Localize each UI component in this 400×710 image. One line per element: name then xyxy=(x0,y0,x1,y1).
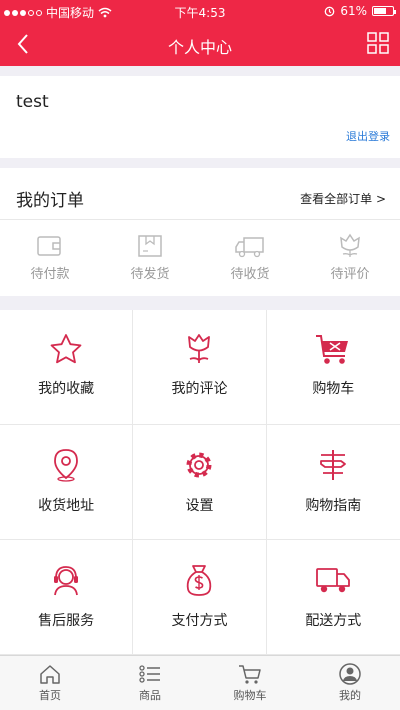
menu-item-label: 配送方式 xyxy=(305,613,362,629)
menu-item-cart[interactable]: 购物车 xyxy=(266,310,400,425)
username: test xyxy=(16,92,49,112)
orders-section: 我的订单 查看全部订单 > 待付款 待发货 待收货 待评价 xyxy=(0,168,400,296)
tab-label: 购物车 xyxy=(233,689,267,702)
menu-item-label: 设置 xyxy=(185,498,214,514)
gear-icon xyxy=(186,452,212,478)
view-all-orders-link[interactable]: 查看全部订单 > xyxy=(300,190,386,207)
logout-link[interactable]: 退出登录 xyxy=(346,128,390,144)
alarm-icon xyxy=(324,6,335,16)
order-status-label: 待发货 xyxy=(130,267,170,282)
tab-label: 商品 xyxy=(139,689,161,702)
location-icon xyxy=(54,449,79,482)
tulip-icon xyxy=(188,334,211,363)
order-status-bar: 待付款 待发货 待收货 待评价 xyxy=(0,221,400,296)
orders-title: 我的订单 xyxy=(16,191,84,211)
battery-icon xyxy=(372,6,396,16)
moneybag-icon xyxy=(187,565,212,596)
cart-icon xyxy=(239,665,261,684)
menu-item-after-sales[interactable]: 售后服务 xyxy=(0,540,134,655)
tab-home[interactable]: 首页 xyxy=(0,656,100,710)
order-status-label: 待收货 xyxy=(230,267,270,282)
guide-icon xyxy=(320,450,347,480)
package-icon xyxy=(138,235,162,257)
user-profile-card: test 退出登录 xyxy=(0,76,400,158)
tab-label: 首页 xyxy=(39,689,61,702)
order-status-pending-payment[interactable]: 待付款 xyxy=(0,221,100,296)
menu-item-settings[interactable]: 设置 xyxy=(133,425,267,540)
battery-info: 61% xyxy=(324,4,396,18)
truck-icon xyxy=(235,237,264,258)
menu-item-address[interactable]: 收货地址 xyxy=(0,425,134,540)
flower-icon xyxy=(340,233,360,257)
page-title: 个人中心 xyxy=(167,38,232,57)
order-status-label: 待付款 xyxy=(30,267,70,282)
feature-menu-grid: 我的收藏 我的评论 购物车 收货地址 设置 购物指南 售后服务 支付方式 配送方… xyxy=(0,310,400,655)
menu-item-delivery[interactable]: 配送方式 xyxy=(266,540,400,655)
menu-item-label: 购物指南 xyxy=(305,498,362,514)
nav-bar: 个人中心 xyxy=(0,22,400,66)
tab-products[interactable]: 商品 xyxy=(100,656,200,710)
menu-item-favorites[interactable]: 我的收藏 xyxy=(0,310,134,425)
menu-item-label: 我的评论 xyxy=(171,381,228,397)
order-status-pending-receipt[interactable]: 待收货 xyxy=(200,221,300,296)
battery-percent: 61% xyxy=(340,4,367,18)
menu-item-label: 我的收藏 xyxy=(38,381,95,397)
order-status-label: 待评价 xyxy=(330,267,370,282)
menu-item-guide[interactable]: 购物指南 xyxy=(266,425,400,540)
tab-cart[interactable]: 购物车 xyxy=(200,656,300,710)
wallet-icon xyxy=(37,236,61,256)
headset-icon xyxy=(54,566,79,596)
menu-item-label: 支付方式 xyxy=(171,613,228,629)
order-status-pending-review[interactable]: 待评价 xyxy=(300,221,400,296)
menu-item-label: 售后服务 xyxy=(38,613,95,629)
menu-item-reviews[interactable]: 我的评论 xyxy=(133,310,267,425)
star-icon xyxy=(50,334,82,364)
orders-header: 我的订单 查看全部订单 > xyxy=(0,168,400,220)
delivery-truck-icon xyxy=(316,568,351,593)
order-status-pending-shipment[interactable]: 待发货 xyxy=(100,221,200,296)
tab-label: 我的 xyxy=(339,689,361,702)
grid-menu-icon[interactable] xyxy=(366,31,390,55)
user-icon xyxy=(339,663,361,685)
list-icon xyxy=(139,665,160,683)
tab-mine[interactable]: 我的 xyxy=(300,656,400,710)
status-bar: 中国移动 下午4:53 61% xyxy=(0,0,400,22)
menu-item-label: 购物车 xyxy=(312,381,355,397)
bottom-tab-bar: 首页 商品 购物车 我的 xyxy=(0,655,400,710)
home-icon xyxy=(40,665,60,684)
menu-item-label: 收货地址 xyxy=(38,498,95,514)
menu-item-payment[interactable]: 支付方式 xyxy=(133,540,267,655)
cart-icon xyxy=(316,335,349,364)
